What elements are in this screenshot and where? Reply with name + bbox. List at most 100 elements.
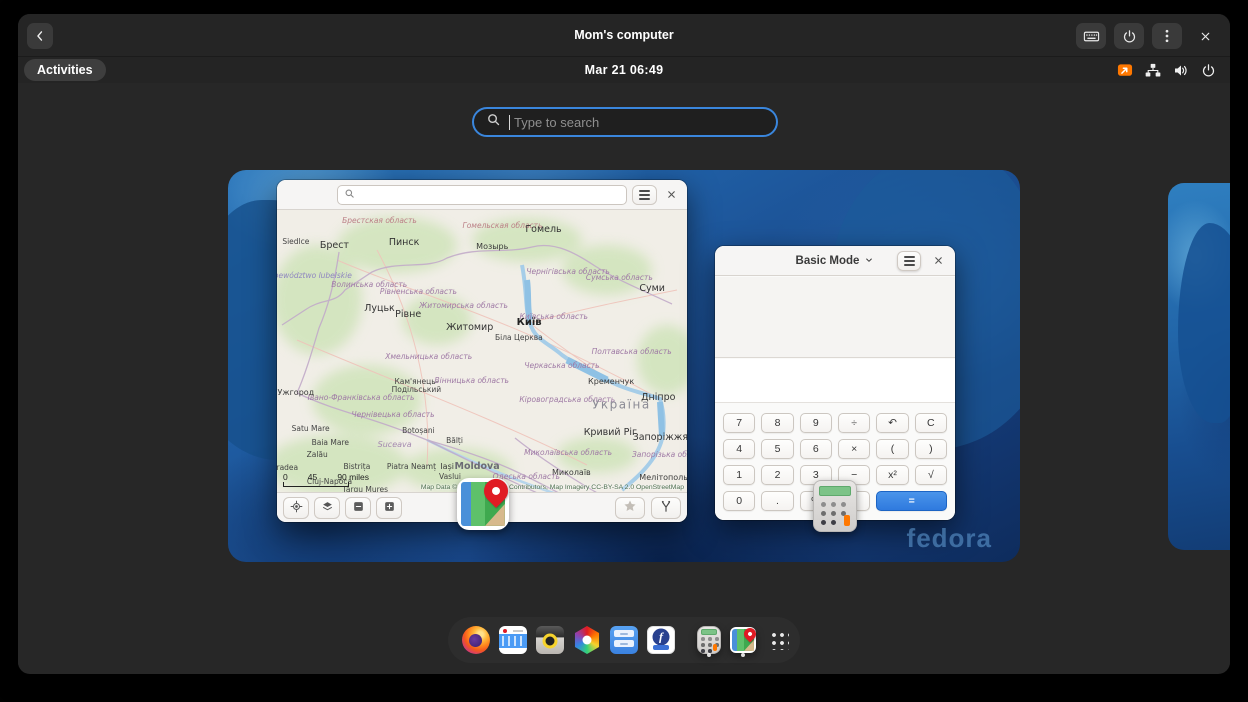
boxes-indicator-icon: [1117, 63, 1133, 78]
fedora-media-writer-icon[interactable]: f: [647, 623, 675, 657]
maps-dock-icon[interactable]: [730, 623, 756, 657]
calc-key-7[interactable]: 7: [723, 413, 755, 433]
calculator-dock-icon[interactable]: [697, 623, 721, 657]
running-indicator: [741, 653, 745, 657]
calc-key-=[interactable]: =: [876, 491, 947, 511]
map-label: Рівне: [395, 310, 421, 320]
search-field[interactable]: Type to search: [472, 107, 778, 137]
system-tray[interactable]: [1117, 57, 1216, 83]
keyboard-shortcuts-button[interactable]: [1076, 23, 1106, 49]
maps-icon: [457, 478, 509, 530]
calc-key-√[interactable]: √: [915, 465, 947, 485]
map-label: Київ: [517, 318, 542, 329]
clock[interactable]: Mar 21 06:49: [18, 57, 1230, 83]
workspace-thumbnail[interactable]: fedora: [228, 170, 1020, 562]
maps-icon: [730, 627, 756, 653]
map-label: Івано-Франківська область: [308, 394, 415, 402]
calc-key-8[interactable]: 8: [761, 413, 793, 433]
calc-key-×[interactable]: ×: [838, 439, 870, 459]
map-label: Чернівецька область: [351, 411, 434, 419]
files-icon[interactable]: [610, 623, 638, 657]
map-label: Луцьк: [364, 304, 395, 314]
favorites-button[interactable]: [615, 497, 645, 519]
map-label: Запорізька область: [632, 451, 687, 459]
calculator-app-icon[interactable]: [813, 480, 857, 532]
calc-close-button[interactable]: [927, 251, 949, 271]
calc-key-.[interactable]: .: [761, 491, 793, 511]
calc-entry-field[interactable]: [715, 359, 955, 403]
map-label: Рівненська область: [380, 288, 457, 296]
calc-mode-label: Basic Mode: [796, 255, 860, 267]
go-to-location-button[interactable]: [283, 497, 309, 519]
layers-icon: [321, 500, 334, 516]
vm-close-button[interactable]: [1190, 23, 1220, 49]
maps-app-icon[interactable]: [457, 478, 509, 530]
hamburger-menu-icon: [904, 256, 915, 266]
zoom-in-button[interactable]: [376, 497, 402, 519]
text-cursor: [509, 115, 510, 130]
calc-key-1[interactable]: 1: [723, 465, 755, 485]
kebab-menu-icon: [1160, 28, 1174, 44]
boxes-vm-window: Mom's computer Activities Mar: [18, 14, 1230, 674]
map-labels: SiedlceБрестПинскБрестская областьГомель…: [277, 210, 687, 492]
vm-power-button[interactable]: [1114, 23, 1144, 49]
vm-title: Mom's computer: [18, 28, 1230, 42]
map-label: Гомель: [525, 225, 561, 235]
speaker-logo: [536, 626, 564, 654]
rhythmbox-icon[interactable]: [536, 623, 564, 657]
chevron-down-icon: [864, 255, 874, 267]
app-grid-icon: [769, 630, 789, 650]
map-label: Bistrița: [344, 464, 371, 472]
calendar-logo: [499, 626, 527, 654]
calc-key-)[interactable]: ): [915, 439, 947, 459]
calc-key-2[interactable]: 2: [761, 465, 793, 485]
map-label: Suceava: [378, 441, 412, 449]
map-label: Piatra Neamț: [387, 463, 436, 471]
map-label: Satu Mare: [292, 425, 330, 433]
search-placeholder: Type to search: [514, 115, 599, 130]
calculator-icon: [813, 480, 857, 532]
locate-icon: [290, 500, 303, 516]
show-apps-button[interactable]: [765, 623, 793, 657]
workspace-thumbnail-next[interactable]: [1168, 183, 1230, 550]
map-label: Миколаївська область: [524, 449, 612, 457]
map-attribution: Map Data © OpenStreetMap Contributors, M…: [387, 484, 684, 491]
photos-icon[interactable]: [573, 623, 601, 657]
calc-key-4[interactable]: 4: [723, 439, 755, 459]
zoom-out-button[interactable]: [345, 497, 371, 519]
calc-key-0[interactable]: 0: [723, 491, 755, 511]
firefox-logo: [462, 626, 490, 654]
route-button[interactable]: [651, 497, 681, 519]
volume-icon: [1173, 63, 1189, 78]
calc-key-÷[interactable]: ÷: [838, 413, 870, 433]
calc-key-C[interactable]: C: [915, 413, 947, 433]
map-label: Пинск: [389, 238, 420, 248]
calc-key-([interactable]: (: [876, 439, 908, 459]
photos-pinwheel-logo: [573, 626, 601, 654]
maps-close-button[interactable]: [660, 185, 682, 205]
calc-key-6[interactable]: 6: [800, 439, 832, 459]
maps-search-entry[interactable]: [337, 185, 627, 205]
maps-menu-button[interactable]: [632, 185, 657, 205]
calc-key-x²[interactable]: x²: [876, 465, 908, 485]
calendar-icon[interactable]: [499, 623, 527, 657]
map-canvas[interactable]: SiedlceБрестПинскБрестская областьГомель…: [277, 210, 687, 492]
firefox-icon[interactable]: [462, 623, 490, 657]
map-label: Мозырь: [476, 242, 508, 250]
calc-key-5[interactable]: 5: [761, 439, 793, 459]
layers-button[interactable]: [314, 497, 340, 519]
close-icon: [666, 188, 677, 203]
maps-window[interactable]: SiedlceБрестПинскБрестская областьГомель…: [277, 180, 687, 522]
dash: f: [448, 617, 800, 663]
calculator-window[interactable]: Basic Mode 789÷↶C456×()123−x²√0.%+=: [715, 246, 955, 520]
calc-menu-button[interactable]: [897, 251, 921, 271]
route-icon: [659, 499, 673, 516]
map-label: Iași: [440, 463, 454, 471]
calc-key-↶[interactable]: ↶: [876, 413, 908, 433]
screen: Mom's computer Activities Mar: [0, 0, 1248, 702]
map-label: Запоріжжя: [633, 433, 687, 443]
calc-key-9[interactable]: 9: [800, 413, 832, 433]
zoom-out-icon: [352, 500, 365, 516]
vm-menu-button[interactable]: [1152, 23, 1182, 49]
search-icon: [344, 186, 355, 204]
